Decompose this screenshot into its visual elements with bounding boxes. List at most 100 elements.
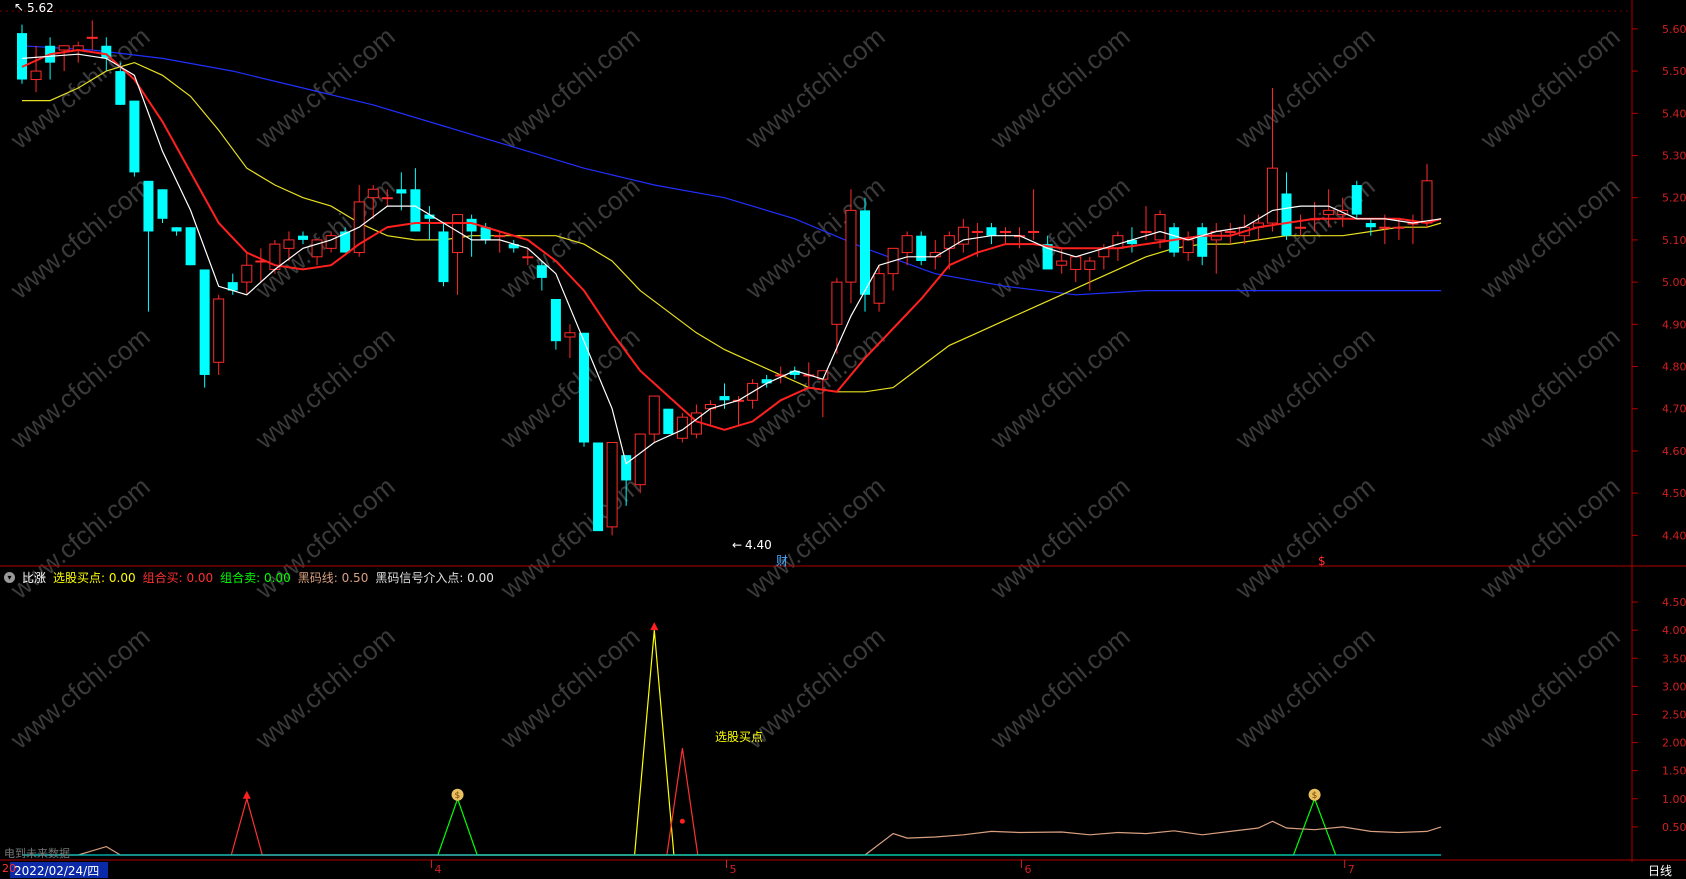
candle-body-down	[157, 189, 168, 219]
candles-layer	[17, 20, 1433, 536]
candle-body-up	[1154, 214, 1166, 241]
indicator-tick-label: 2.00	[1662, 737, 1686, 750]
up-arrow-marker	[650, 622, 659, 631]
candle-body-up	[30, 70, 42, 81]
month-tick-label: 5	[730, 863, 737, 876]
candle-body-up	[283, 239, 295, 249]
candle-body-down	[438, 231, 449, 283]
indicator-tick-label: 2.50	[1662, 708, 1686, 721]
watermark-text: www.cfchi.com	[249, 621, 401, 755]
candle-body-down	[719, 396, 730, 401]
candle-body-down	[466, 218, 477, 232]
indicator-value-signal-entry: 黑码信号介入点: 0.00	[375, 570, 494, 585]
time-axis: 4 5 6 7	[430, 860, 1355, 876]
future-data-text: 电到未来数据	[4, 847, 70, 860]
money-bag-symbol: $	[455, 791, 461, 801]
ma5-layer	[21, 53, 1442, 465]
watermark-text: www.cfchi.com	[1229, 21, 1381, 155]
candle-body-up	[1323, 209, 1335, 216]
money-bag-symbol: $	[1312, 791, 1318, 801]
candle-body-up	[873, 273, 885, 304]
indicator-series-line	[230, 748, 699, 856]
ma60-layer	[21, 45, 1442, 296]
stock-chart-window: www.cfchi.com www.cfchi.com www.cfchi.com w…	[0, 0, 1686, 879]
watermark-text: www.cfchi.com	[249, 21, 401, 155]
indicator-value-buy-point: 选股买点: 0.00	[53, 570, 136, 585]
candle-body-down	[536, 265, 547, 278]
candle-body-up	[1084, 260, 1096, 270]
candle-body-down	[663, 408, 674, 435]
low-price-value: 4.40	[745, 538, 772, 552]
watermark-text: www.cfchi.com	[1474, 321, 1626, 455]
candle-body-down	[115, 71, 126, 105]
candle-body-up	[1056, 260, 1068, 266]
candle-body-down	[1197, 227, 1208, 257]
price-tick-label: 4.60	[1662, 445, 1686, 458]
candle-body-up	[86, 36, 98, 39]
period-label[interactable]: 日线	[1648, 862, 1672, 879]
watermark-text: www.cfchi.com	[494, 621, 646, 755]
up-arrow-marker	[242, 790, 251, 799]
indicator-axis: 4.50 4.00 3.50 3.00 2.50 2.00 1.50 1.00 0.50	[1632, 596, 1686, 834]
watermark-text: www.cfchi.com	[494, 471, 646, 605]
candle-body-up	[381, 197, 393, 200]
indicator-name[interactable]: 比涨	[22, 569, 46, 586]
indicator-tick-label: 4.00	[1662, 624, 1686, 637]
candle-body-up	[1028, 230, 1040, 233]
price-tick-label: 4.70	[1662, 403, 1686, 416]
current-date-label[interactable]: 2022/02/24/四	[14, 862, 99, 879]
watermark-text: www.cfchi.com	[4, 171, 156, 305]
indicator-header: ▾ 比涨 选股买点: 0.00 组合买: 0.00 组合卖: 0.00 黑码线:…	[4, 569, 494, 585]
watermark-text: www.cfchi.com	[1474, 21, 1626, 155]
watermark-text: www.cfchi.com	[1474, 621, 1626, 755]
candle-body-up	[241, 264, 253, 283]
buy-point-annotation: 选股买点	[715, 730, 763, 744]
candle-body-down	[396, 189, 407, 194]
collapse-indicator-icon[interactable]: ▾	[4, 571, 15, 583]
watermark-text: www.cfchi.com	[984, 21, 1136, 155]
ma20-line	[22, 61, 1442, 393]
indicator-value-black-line: 黑码线: 0.50	[297, 570, 369, 585]
sell-dot-marker	[679, 818, 685, 824]
indicator-series-line	[634, 630, 675, 856]
price-axis: 5.60 5.50 5.40 5.30 5.20 5.10 5.00 4.90 4.80 4.70…	[1632, 23, 1686, 542]
price-tick-label: 4.40	[1662, 529, 1686, 542]
month-tick-label: 7	[1348, 863, 1355, 876]
candle-body-up	[367, 188, 379, 199]
chart-canvas: www.cfchi.com www.cfchi.com www.cfchi.com w…	[0, 0, 1686, 878]
price-tick-label: 5.60	[1662, 23, 1686, 36]
candle-body-up	[1182, 239, 1194, 254]
watermark-text: www.cfchi.com	[984, 321, 1136, 455]
candle-body-down	[298, 235, 308, 240]
indicator-tick-label: 3.00	[1662, 680, 1686, 693]
candle-body-up	[522, 256, 534, 259]
candle-body-down	[986, 227, 997, 236]
indicator-value-combo-buy: 组合买: 0.00	[142, 570, 214, 585]
candle-body-up	[494, 235, 506, 238]
high-price-label: ↖	[14, 0, 24, 14]
watermark-text: www.cfchi.com	[739, 21, 891, 155]
month-tick-label: 4	[434, 863, 441, 876]
candle-body-down	[171, 227, 182, 232]
candle-body-down	[621, 455, 632, 481]
watermark-text: www.cfchi.com	[494, 171, 646, 305]
indicator-value-combo-sell: 组合卖: 0.00	[220, 570, 291, 585]
indicator-tick-label: 1.50	[1662, 765, 1686, 778]
price-tick-label: 4.90	[1662, 318, 1686, 331]
candle-body-down	[143, 180, 154, 232]
candle-body-up	[213, 298, 225, 363]
candle-body-up	[606, 441, 618, 528]
ma10-layer	[21, 48, 1442, 431]
high-price-value: 5.62	[27, 1, 54, 15]
price-tick-label: 5.30	[1662, 149, 1686, 162]
price-tick-label: 5.10	[1662, 234, 1686, 247]
candle-body-up	[648, 395, 660, 435]
candle-body-down	[410, 189, 421, 232]
watermark-text: www.cfchi.com	[4, 621, 156, 755]
candle-body-up	[1070, 256, 1082, 270]
dividend-marker[interactable]: $	[1318, 554, 1326, 568]
candle-body-down	[17, 33, 27, 80]
finance-marker[interactable]: 财	[776, 554, 788, 568]
price-tick-label: 4.80	[1662, 361, 1686, 374]
watermark-text: www.cfchi.com	[1229, 321, 1381, 455]
